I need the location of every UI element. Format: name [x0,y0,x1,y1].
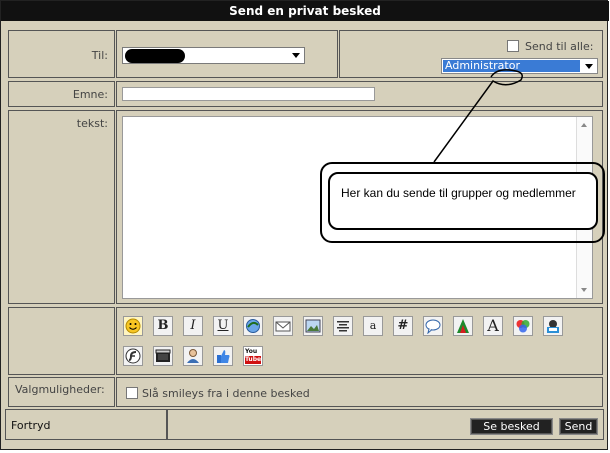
annotation-text: Her kan du sende til grupper og medlemme… [341,186,576,200]
pm-window: Send en privat besked Til: Send til alle… [0,0,609,450]
annotation-inner-box: Her kan du sende til grupper og medlemme… [328,172,598,230]
